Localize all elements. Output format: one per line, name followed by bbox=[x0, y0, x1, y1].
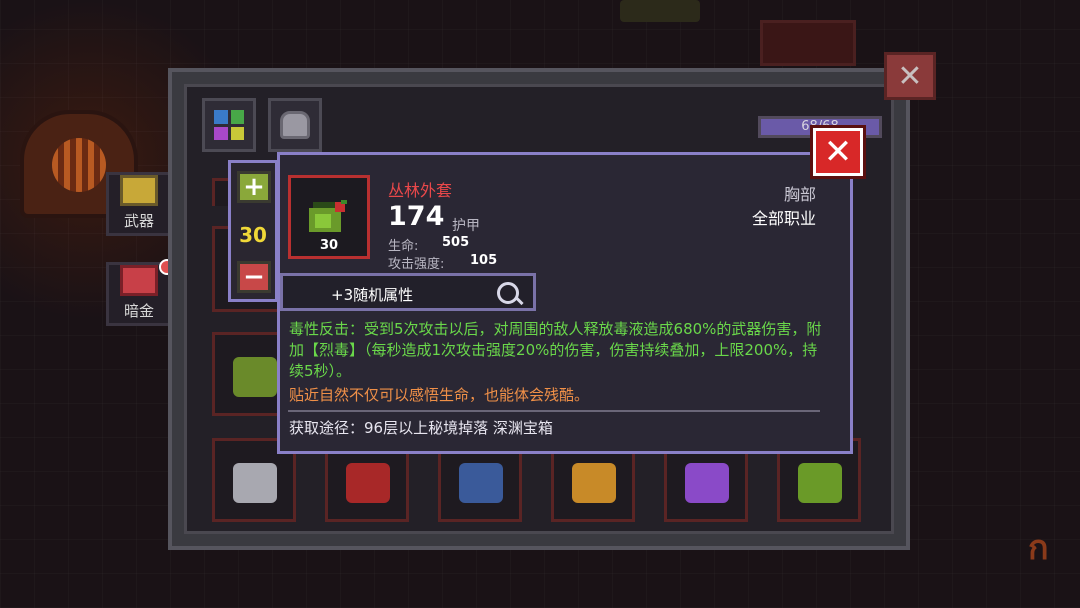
weapon-label: 武器 bbox=[123, 212, 154, 230]
stat-label: 攻击强度: bbox=[388, 257, 445, 272]
stat-label: 生命: bbox=[388, 239, 419, 254]
class-restriction: 全部职业 bbox=[751, 209, 816, 228]
level-adjuster: + 30 − bbox=[228, 160, 278, 302]
increase-level-button[interactable]: + bbox=[237, 171, 271, 203]
close-icon: ✕ bbox=[897, 58, 923, 94]
chest-icon bbox=[120, 265, 158, 296]
tab-all-items[interactable] bbox=[202, 98, 256, 152]
jungle-coat-icon bbox=[233, 357, 277, 397]
sword-icon bbox=[120, 175, 158, 206]
background-object bbox=[620, 0, 700, 22]
close-inventory-button[interactable]: ✕ bbox=[884, 52, 936, 100]
item-tooltip: 30 丛林外套 174 护甲 生命: 505 攻击强度: 105 胸部 全部职业… bbox=[277, 152, 853, 454]
boots-icon bbox=[572, 463, 616, 503]
boots-icon bbox=[685, 463, 729, 503]
background-emblem: ก bbox=[1028, 528, 1049, 568]
background-object bbox=[760, 20, 856, 66]
tab-armor[interactable] bbox=[268, 98, 322, 152]
item-source-text: 获取途径：96层以上秘境掉落 深渊宝箱 bbox=[289, 419, 553, 437]
item-level: 30 bbox=[239, 223, 267, 247]
item-name: 丛林外套 bbox=[388, 181, 453, 200]
boots-icon bbox=[798, 463, 842, 503]
stat-value: 505 bbox=[442, 235, 470, 250]
boots-icon bbox=[346, 463, 390, 503]
armor-label: 护甲 bbox=[452, 218, 480, 234]
stat-health: 生命: 505 bbox=[388, 235, 469, 254]
random-attributes-text: +3随机属性 bbox=[331, 286, 414, 304]
random-attributes-row[interactable]: +3随机属性 bbox=[280, 273, 536, 311]
item-icon-frame: 30 bbox=[288, 175, 370, 259]
equip-slot: 胸部 bbox=[783, 185, 816, 204]
close-tooltip-button[interactable]: ✕ bbox=[813, 128, 863, 176]
dark-gold-label: 暗金 bbox=[123, 302, 154, 320]
helmet-icon bbox=[280, 111, 310, 139]
boots-icon bbox=[459, 463, 503, 503]
stat-value: 105 bbox=[470, 253, 498, 268]
stat-attack-power: 攻击强度: 105 bbox=[388, 253, 497, 272]
minus-icon: − bbox=[243, 262, 265, 292]
boots-icon bbox=[233, 463, 277, 503]
item-effect-text: 毒性反击：受到5次攻击以后，对周围的敌人释放毒液造成680%的武器伤害，附加【烈… bbox=[289, 320, 822, 380]
armor-value: 174 bbox=[388, 201, 445, 232]
item-flavor-text: 贴近自然不仅可以感悟生命，也能体会残酷。 bbox=[289, 386, 590, 404]
dark-gold-button[interactable]: 暗金 bbox=[106, 259, 175, 326]
jungle-coat-icon bbox=[309, 200, 347, 232]
decrease-level-button[interactable]: − bbox=[237, 261, 271, 293]
magnifier-icon[interactable] bbox=[497, 282, 519, 304]
close-icon: ✕ bbox=[823, 132, 853, 172]
weapon-button[interactable]: 武器 bbox=[106, 172, 172, 236]
grid-icon bbox=[214, 110, 244, 140]
divider bbox=[288, 410, 820, 412]
plus-icon: + bbox=[243, 172, 265, 202]
item-level-badge: 30 bbox=[319, 238, 339, 253]
